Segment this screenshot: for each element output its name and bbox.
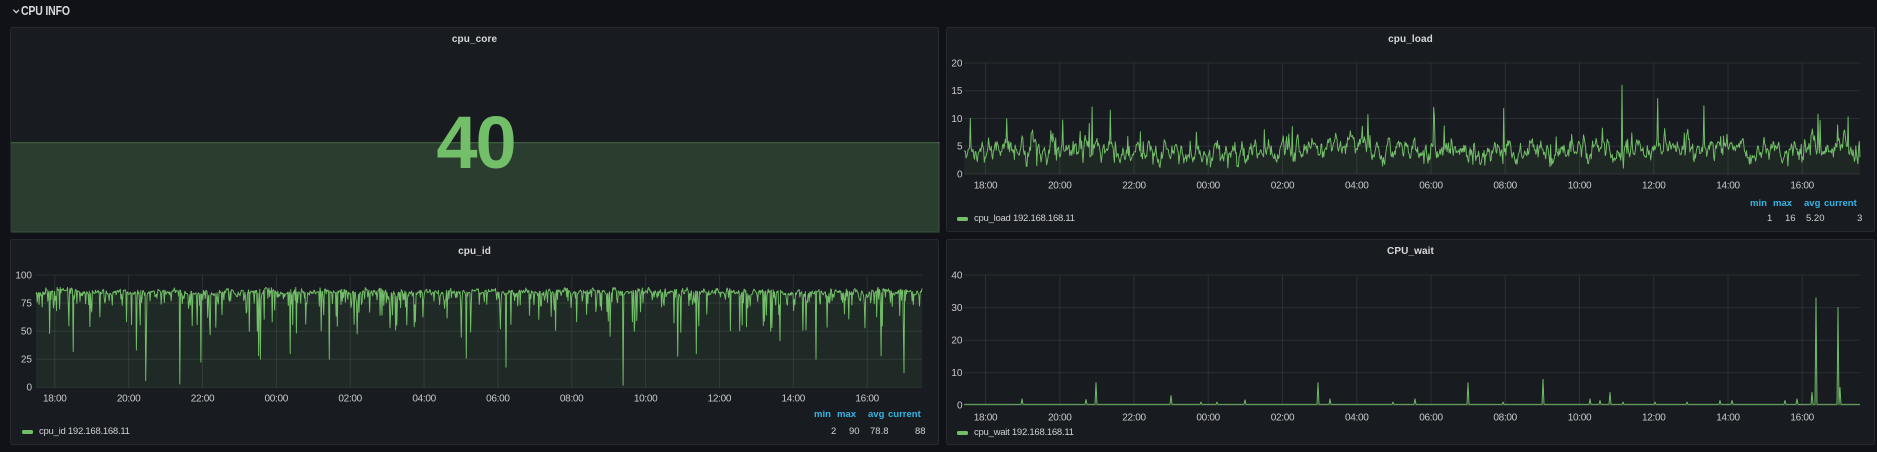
svg-text:15: 15 [951,86,963,97]
svg-text:18:00: 18:00 [974,412,998,423]
svg-text:02:00: 02:00 [338,393,362,404]
svg-text:00:00: 00:00 [265,393,289,404]
svg-text:08:00: 08:00 [1493,412,1517,423]
svg-text:30: 30 [951,303,963,314]
svg-text:40: 40 [951,270,963,281]
svg-text:16:00: 16:00 [855,393,879,404]
svg-text:02:00: 02:00 [1271,412,1295,423]
svg-text:0: 0 [26,383,32,394]
svg-text:75: 75 [21,298,33,309]
svg-text:14:00: 14:00 [1716,412,1740,423]
svg-text:10: 10 [951,114,963,125]
svg-text:04:00: 04:00 [1345,412,1369,423]
svg-text:18:00: 18:00 [43,393,67,404]
svg-text:08:00: 08:00 [1493,181,1517,192]
svg-text:10:00: 10:00 [1568,181,1592,192]
svg-text:10: 10 [951,368,963,379]
svg-text:22:00: 22:00 [1122,181,1146,192]
svg-text:04:00: 04:00 [412,393,436,404]
svg-text:08:00: 08:00 [560,393,584,404]
svg-text:06:00: 06:00 [1419,181,1443,192]
svg-text:06:00: 06:00 [486,393,510,404]
svg-text:12:00: 12:00 [708,393,732,404]
svg-text:06:00: 06:00 [1419,412,1443,423]
svg-text:20:00: 20:00 [1048,181,1072,192]
svg-text:20: 20 [951,336,963,347]
svg-text:10:00: 10:00 [1568,412,1592,423]
svg-text:16:00: 16:00 [1790,412,1814,423]
svg-text:02:00: 02:00 [1271,181,1295,192]
svg-text:20:00: 20:00 [1048,412,1072,423]
svg-text:20: 20 [951,58,963,69]
svg-text:25: 25 [21,355,33,366]
svg-text:12:00: 12:00 [1642,412,1666,423]
svg-text:100: 100 [15,270,32,281]
svg-text:0: 0 [957,169,963,180]
svg-text:16:00: 16:00 [1790,181,1814,192]
svg-text:14:00: 14:00 [782,393,806,404]
svg-text:14:00: 14:00 [1716,181,1740,192]
svg-text:00:00: 00:00 [1196,181,1220,192]
svg-text:18:00: 18:00 [974,181,998,192]
svg-text:12:00: 12:00 [1642,181,1666,192]
svg-text:10:00: 10:00 [634,393,658,404]
svg-text:00:00: 00:00 [1196,412,1220,423]
svg-text:22:00: 22:00 [1122,412,1146,423]
svg-text:20:00: 20:00 [117,393,141,404]
svg-text:0: 0 [957,401,963,412]
svg-text:5: 5 [957,142,963,153]
svg-text:22:00: 22:00 [191,393,215,404]
svg-text:50: 50 [21,327,33,338]
svg-text:04:00: 04:00 [1345,181,1369,192]
